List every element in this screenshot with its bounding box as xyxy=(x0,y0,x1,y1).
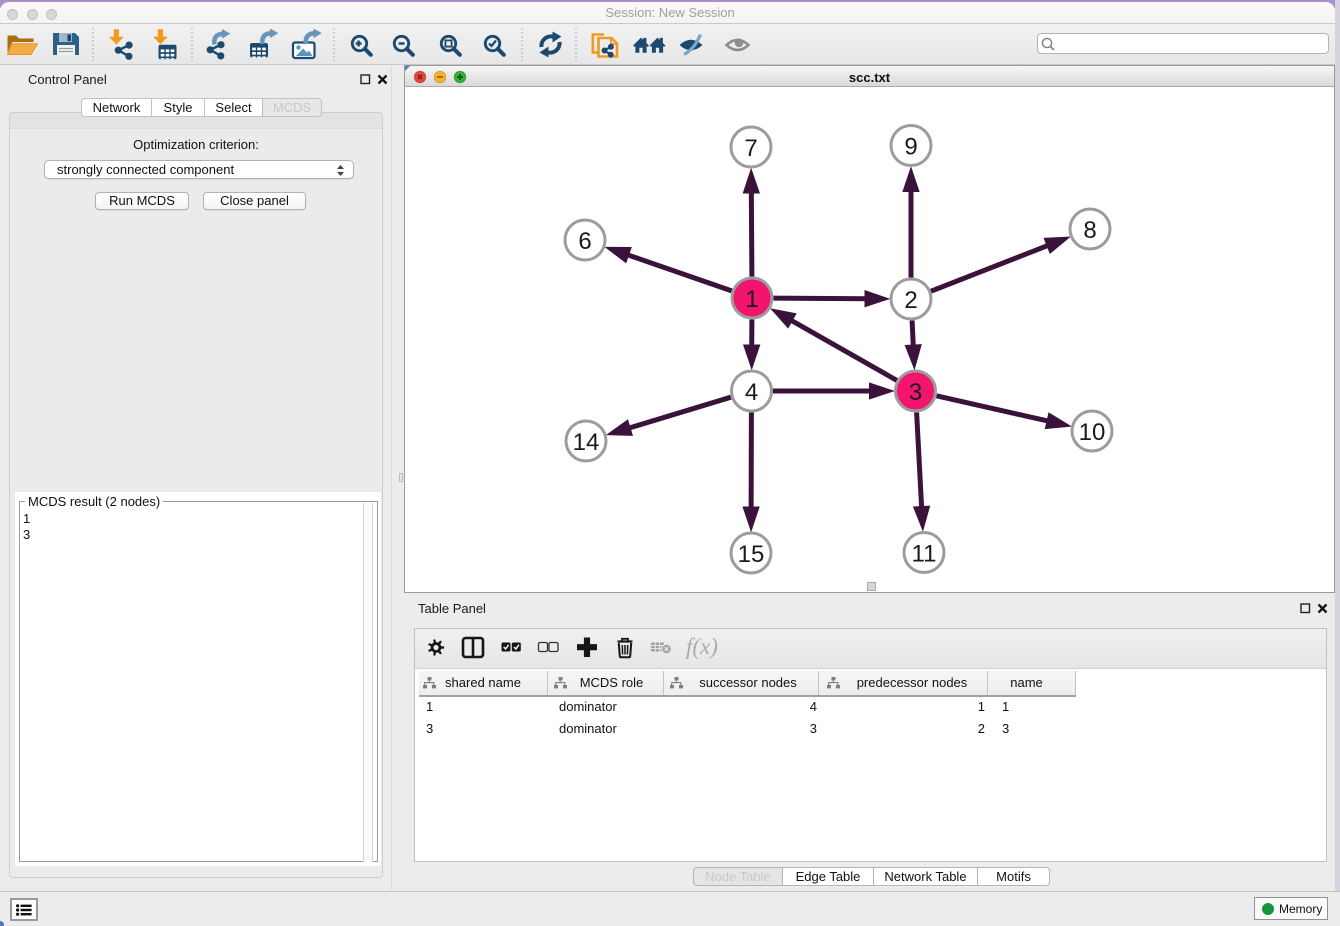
svg-text:9: 9 xyxy=(904,134,917,161)
svg-text:14: 14 xyxy=(573,429,600,456)
svg-text:6: 6 xyxy=(578,228,591,255)
svg-text:11: 11 xyxy=(912,541,937,568)
svg-text:3: 3 xyxy=(909,379,922,406)
svg-text:8: 8 xyxy=(1083,217,1096,244)
svg-text:2: 2 xyxy=(904,287,917,314)
svg-text:4: 4 xyxy=(745,379,758,406)
svg-text:f(x): f(x) xyxy=(686,634,718,659)
svg-text:10: 10 xyxy=(1079,419,1106,446)
svg-text:15: 15 xyxy=(738,541,765,568)
svg-text:7: 7 xyxy=(744,135,757,162)
svg-text:1: 1 xyxy=(745,286,758,313)
